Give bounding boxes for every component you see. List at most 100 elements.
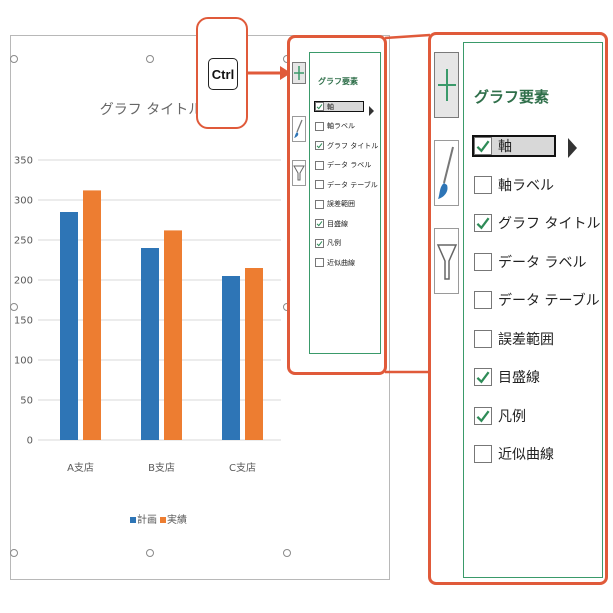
menu-item-8[interactable]: 凡例 bbox=[474, 406, 526, 425]
menu-item-label: 近似曲線 bbox=[498, 447, 554, 463]
chart-title: グラフ タイトル bbox=[100, 102, 202, 118]
filter-icon bbox=[436, 244, 457, 280]
legend-label: 実績 bbox=[167, 513, 187, 526]
panel-title-small: グラフ要素 bbox=[318, 77, 358, 86]
checkbox[interactable] bbox=[315, 121, 324, 131]
menu-item-9[interactable]: 近似曲線 bbox=[474, 445, 554, 463]
checkbox[interactable] bbox=[474, 214, 492, 232]
axis-expand-arrow-large[interactable] bbox=[568, 138, 577, 158]
resize-handle-middle-left[interactable] bbox=[10, 303, 18, 311]
y-tick-label: 200 bbox=[14, 276, 33, 287]
checkbox[interactable] bbox=[474, 445, 492, 463]
checkbox[interactable] bbox=[474, 368, 492, 386]
bar-実績-B支店 bbox=[164, 230, 182, 440]
checkmark-icon bbox=[316, 240, 323, 246]
x-tick-label: B支店 bbox=[148, 461, 175, 474]
y-tick-label: 250 bbox=[14, 236, 33, 247]
menu-item-label: 誤差範囲 bbox=[327, 200, 355, 208]
checkbox[interactable] bbox=[315, 219, 324, 228]
menu-item-label: グラフ タイトル bbox=[327, 141, 379, 150]
y-tick-label: 50 bbox=[20, 396, 33, 407]
checkbox[interactable] bbox=[315, 199, 324, 209]
chart-elements-button-small[interactable] bbox=[292, 62, 306, 84]
bar-計画-A支店 bbox=[60, 212, 78, 440]
checkmark-icon bbox=[316, 143, 323, 149]
menu-item-5[interactable]: データ テーブル bbox=[315, 180, 378, 189]
menu-item-1[interactable]: 軸 bbox=[314, 101, 364, 112]
panel-title-large: グラフ要素 bbox=[474, 88, 550, 106]
checkbox[interactable] bbox=[315, 160, 324, 170]
checkbox[interactable] bbox=[474, 329, 492, 348]
menu-item-label: 軸ラベル bbox=[498, 177, 554, 194]
checkbox[interactable] bbox=[315, 258, 324, 267]
menu-item-label: 目盛線 bbox=[498, 370, 540, 386]
chart-elements-panel-large bbox=[463, 42, 603, 578]
axis-expand-arrow-small[interactable] bbox=[369, 106, 374, 116]
menu-item-label: 誤差範囲 bbox=[498, 331, 554, 348]
checkmark-icon bbox=[316, 104, 323, 110]
menu-item-7[interactable]: 目盛線 bbox=[315, 219, 348, 228]
legend-label: 計画 bbox=[137, 513, 157, 526]
chart-filters-button-large[interactable] bbox=[434, 228, 459, 294]
checkbox[interactable] bbox=[474, 291, 492, 309]
x-tick-label: C支店 bbox=[229, 461, 256, 474]
menu-item-2[interactable]: 軸ラベル bbox=[315, 121, 355, 131]
bar-実績-C支店 bbox=[245, 268, 263, 440]
menu-item-9[interactable]: 近似曲線 bbox=[315, 258, 355, 267]
menu-item-4[interactable]: データ ラベル bbox=[474, 252, 587, 271]
menu-item-1[interactable]: 軸 bbox=[472, 135, 556, 157]
resize-handle-top-center[interactable] bbox=[146, 55, 154, 63]
bar-実績-A支店 bbox=[83, 190, 101, 440]
checkbox[interactable] bbox=[315, 141, 324, 150]
chart-styles-button-small[interactable] bbox=[292, 116, 306, 142]
checkbox[interactable] bbox=[315, 180, 324, 189]
menu-item-4[interactable]: データ ラベル bbox=[315, 160, 372, 170]
menu-item-6[interactable]: 誤差範囲 bbox=[474, 329, 554, 348]
checkbox[interactable] bbox=[474, 406, 492, 425]
checkbox[interactable] bbox=[315, 238, 324, 248]
checkbox[interactable] bbox=[474, 137, 492, 155]
checkmark-icon bbox=[476, 140, 490, 153]
checkbox[interactable] bbox=[474, 175, 492, 194]
resize-handle-bottom-center[interactable] bbox=[146, 549, 154, 557]
resize-handle-top-left[interactable] bbox=[10, 55, 18, 63]
bar-計画-B支店 bbox=[141, 248, 159, 440]
checkbox[interactable] bbox=[315, 102, 324, 111]
arrow-to-plus-button bbox=[246, 66, 291, 80]
menu-item-label: 凡例 bbox=[498, 408, 526, 425]
menu-item-3[interactable]: グラフ タイトル bbox=[315, 141, 378, 150]
menu-item-7[interactable]: 目盛線 bbox=[474, 368, 540, 386]
checkmark-icon bbox=[476, 410, 490, 423]
resize-handle-bottom-right[interactable] bbox=[283, 549, 291, 557]
menu-item-label: 軸 bbox=[498, 139, 512, 155]
menu-item-label: データ ラベル bbox=[498, 254, 587, 271]
zoom-connector bbox=[384, 33, 431, 374]
menu-item-6[interactable]: 誤差範囲 bbox=[315, 199, 355, 209]
legend-swatch-実績 bbox=[160, 517, 166, 523]
chart-styles-button-large[interactable] bbox=[434, 140, 459, 206]
checkmark-icon bbox=[476, 371, 490, 384]
menu-item-3[interactable]: グラフ タイトル bbox=[474, 214, 600, 232]
chart-elements-button-large[interactable] bbox=[434, 52, 459, 118]
checkmark-icon bbox=[316, 221, 323, 227]
brush-icon bbox=[437, 146, 454, 199]
menu-item-label: データ ラベル bbox=[327, 161, 372, 169]
ctrl-key: Ctrl bbox=[208, 58, 238, 90]
chart-filters-button-small[interactable] bbox=[292, 160, 306, 186]
menu-item-label: 近似曲線 bbox=[327, 258, 355, 267]
y-tick-label: 100 bbox=[14, 356, 33, 367]
resize-handle-bottom-left[interactable] bbox=[10, 549, 18, 557]
checkbox[interactable] bbox=[474, 252, 492, 271]
filter-icon bbox=[293, 165, 305, 181]
bar-計画-C支店 bbox=[222, 276, 240, 440]
menu-item-label: グラフ タイトル bbox=[498, 216, 601, 232]
x-tick-label: A支店 bbox=[67, 461, 94, 474]
plus-icon bbox=[437, 69, 456, 101]
menu-item-2[interactable]: 軸ラベル bbox=[474, 175, 554, 194]
menu-item-5[interactable]: データ テーブル bbox=[474, 291, 600, 309]
checkmark-icon bbox=[476, 217, 490, 230]
y-tick-label: 0 bbox=[27, 436, 33, 447]
menu-item-label: 軸ラベル bbox=[327, 122, 355, 130]
menu-item-8[interactable]: 凡例 bbox=[315, 238, 341, 248]
y-tick-label: 150 bbox=[14, 316, 33, 327]
